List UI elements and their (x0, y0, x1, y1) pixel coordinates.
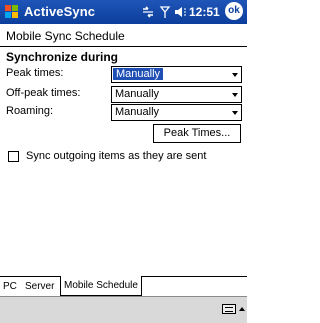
chevron-down-icon[interactable] (232, 111, 238, 115)
signal-icon[interactable] (159, 5, 171, 19)
sync-outgoing-checkbox[interactable] (8, 151, 19, 162)
chevron-up-icon[interactable] (239, 307, 245, 311)
header-divider (0, 46, 247, 47)
roaming-label: Roaming: (6, 105, 54, 117)
keyboard-icon[interactable] (222, 304, 236, 314)
clock[interactable]: 12:51 (189, 5, 220, 19)
chevron-down-icon[interactable] (232, 73, 238, 77)
peak-times-value: Manually (113, 68, 164, 80)
off-peak-times-value: Manually (115, 88, 160, 100)
title-bar: ActiveSync 12:51 ok (0, 0, 247, 24)
page-title: Mobile Sync Schedule (6, 29, 125, 43)
roaming-value: Manually (115, 106, 160, 118)
connectivity-icon[interactable] (141, 5, 155, 19)
app-title[interactable]: ActiveSync (24, 4, 95, 19)
tab-mobile-schedule[interactable]: Mobile Schedule (60, 276, 142, 296)
windows-flag-icon[interactable] (4, 4, 20, 20)
chevron-down-icon[interactable] (232, 93, 238, 97)
peak-times-dropdown[interactable]: Manually (111, 66, 242, 83)
off-peak-times-label: Off-peak times: (6, 87, 81, 99)
section-title: Synchronize during (6, 50, 119, 64)
tab-server[interactable]: Server (25, 279, 54, 295)
roaming-dropdown[interactable]: Manually (111, 104, 242, 121)
off-peak-times-dropdown[interactable]: Manually (111, 86, 242, 103)
ok-button[interactable]: ok (225, 2, 243, 20)
sync-outgoing-label[interactable]: Sync outgoing items as they are sent (26, 150, 206, 162)
peak-times-label: Peak times: (6, 67, 64, 79)
peak-times-button[interactable]: Peak Times... (153, 124, 241, 143)
tab-pc[interactable]: PC (3, 279, 17, 295)
volume-icon[interactable] (174, 5, 187, 19)
command-bar (0, 296, 247, 323)
